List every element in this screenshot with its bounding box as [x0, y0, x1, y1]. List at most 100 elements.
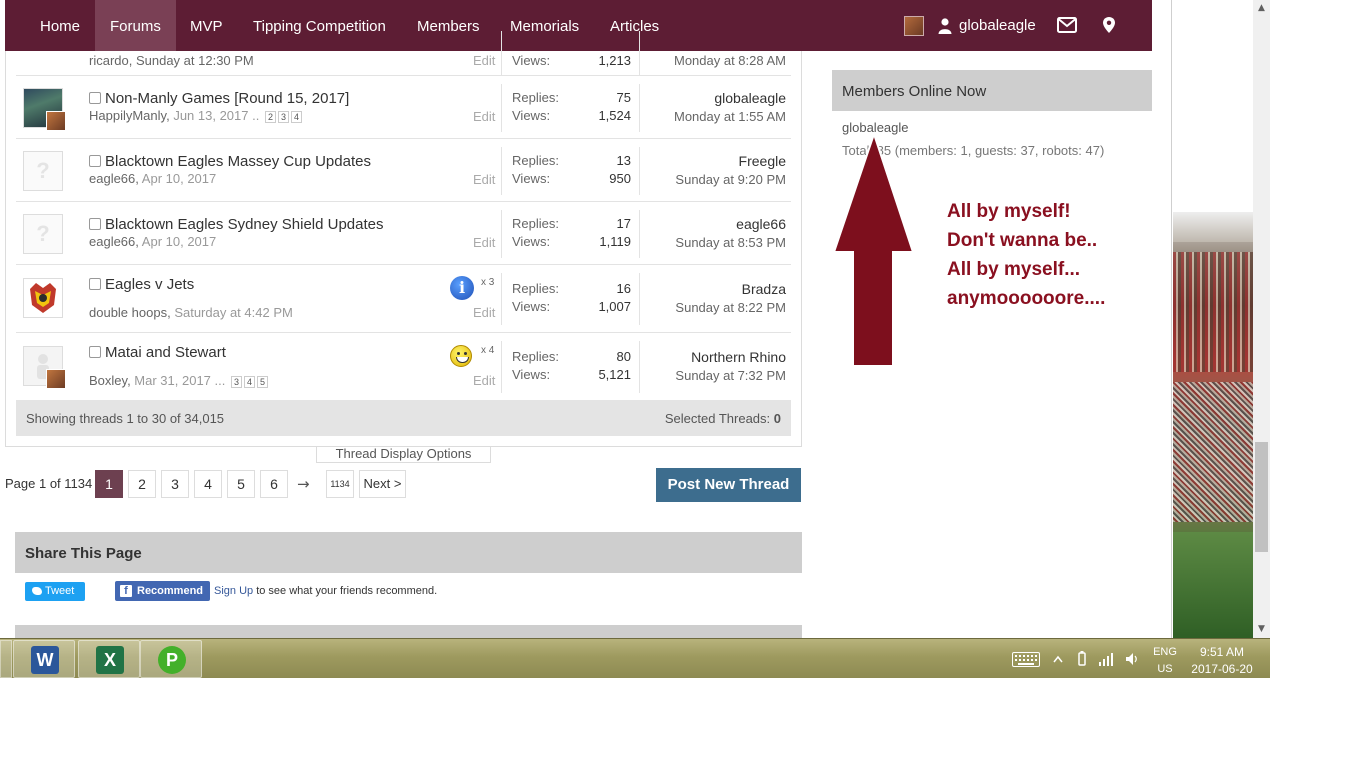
vertical-scrollbar[interactable]: ▲ ▼: [1253, 0, 1270, 638]
edit-link[interactable]: Edit: [473, 172, 495, 187]
page-link[interactable]: 4: [244, 375, 255, 388]
thread-title[interactable]: Blacktown Eagles Massey Cup Updates: [105, 153, 371, 170]
thread-author[interactable]: eagle66: [89, 234, 135, 249]
taskbar-word[interactable]: W: [13, 640, 75, 678]
location-pin-icon[interactable]: [1102, 16, 1116, 34]
thread-date[interactable]: Mar 31, 2017: [134, 373, 211, 388]
last-poster[interactable]: globaleagle: [714, 90, 786, 106]
column-divider: [501, 341, 502, 393]
last-poster-avatar[interactable]: [46, 369, 66, 389]
thread-meta[interactable]: ricardo, Sunday at 12:30 PM: [89, 53, 254, 68]
selected-threads[interactable]: Selected Threads: 0: [665, 411, 781, 426]
author-avatar[interactable]: [23, 88, 66, 131]
thread-checkbox[interactable]: [89, 155, 101, 167]
thread-row[interactable]: ricardo, Sunday at 12:30 PM Edit Views: …: [16, 31, 791, 75]
edit-link[interactable]: Edit: [473, 373, 495, 388]
tray-expand-icon[interactable]: [1053, 655, 1063, 663]
tweet-button[interactable]: Tweet: [25, 582, 85, 601]
next-section-header: [15, 625, 802, 638]
last-post-date[interactable]: Monday at 8:28 AM: [674, 53, 786, 68]
thread-row[interactable]: Matai and Stewart x 4 Boxley, Mar 31, 20…: [16, 332, 791, 400]
thread-date[interactable]: Saturday at 4:42 PM: [174, 305, 293, 320]
thread-author[interactable]: double hoops: [89, 305, 167, 320]
post-new-thread-button[interactable]: Post New Thread: [656, 468, 801, 502]
page-link[interactable]: 3: [277, 110, 289, 123]
taskbar-excel[interactable]: X: [78, 640, 140, 678]
last-poster[interactable]: Northern Rhino: [691, 349, 786, 365]
thread-checkbox[interactable]: [89, 92, 101, 104]
language-indicator[interactable]: ENG US: [1150, 644, 1180, 678]
thread-row[interactable]: Non-Manly Games [Round 15, 2017] Happily…: [16, 75, 791, 138]
page-6[interactable]: 6: [260, 470, 288, 498]
background-stadium-image: [1173, 0, 1253, 638]
network-icon[interactable]: [1099, 652, 1115, 666]
last-post-date[interactable]: Monday at 1:55 AM: [674, 109, 786, 124]
thread-date[interactable]: Apr 10, 2017: [142, 171, 216, 186]
annotation-line: All by myself...: [947, 259, 1081, 280]
last-poster[interactable]: eagle66: [736, 216, 786, 232]
author-avatar[interactable]: [23, 214, 63, 254]
views-label: Views:: [512, 108, 551, 123]
thread-title[interactable]: Non-Manly Games [Round 15, 2017]: [105, 90, 349, 107]
scroll-up-icon[interactable]: ▲: [1253, 0, 1270, 17]
thread-checkbox[interactable]: [89, 346, 101, 358]
page-5[interactable]: 5: [227, 470, 255, 498]
column-divider: [639, 210, 640, 258]
thread-row[interactable]: Blacktown Eagles Sydney Shield Updates e…: [16, 201, 791, 264]
thread-title[interactable]: Blacktown Eagles Sydney Shield Updates: [105, 216, 384, 233]
user-account[interactable]: globaleagle: [904, 0, 1036, 51]
edit-link[interactable]: Edit: [473, 109, 495, 124]
last-post-date[interactable]: Sunday at 7:32 PM: [675, 368, 786, 383]
thread-title[interactable]: Matai and Stewart: [105, 344, 226, 361]
taskbar-vpn[interactable]: P: [140, 640, 202, 678]
page-link[interactable]: 2: [264, 110, 276, 123]
keyboard-icon[interactable]: [1012, 652, 1040, 667]
author-avatar[interactable]: [23, 346, 66, 389]
page-link[interactable]: 4: [290, 110, 302, 123]
author-avatar[interactable]: [23, 278, 63, 318]
page-last[interactable]: 1134: [326, 470, 354, 498]
power-icon[interactable]: [1075, 651, 1089, 667]
page-3[interactable]: 3: [161, 470, 189, 498]
page-1[interactable]: 1: [95, 470, 123, 498]
column-divider: [501, 31, 502, 75]
volume-icon[interactable]: [1125, 652, 1139, 666]
thread-checkbox[interactable]: [89, 278, 101, 290]
thread-date[interactable]: Jun 13, 2017: [173, 108, 248, 123]
next-page-button[interactable]: Next >: [359, 470, 406, 498]
thread-author[interactable]: Boxley: [89, 373, 127, 388]
edit-link[interactable]: Edit: [473, 305, 495, 320]
author-avatar[interactable]: [23, 151, 63, 191]
edit-link[interactable]: Edit: [473, 53, 495, 68]
last-post-date[interactable]: Sunday at 8:22 PM: [675, 300, 786, 315]
last-poster[interactable]: Bradza: [742, 281, 786, 297]
pages-skip-arrow[interactable]: →: [297, 475, 310, 493]
thread-meta: eagle66, Apr 10, 2017: [89, 234, 217, 249]
last-poster[interactable]: Freegle: [739, 153, 786, 169]
last-post-date[interactable]: Sunday at 8:53 PM: [675, 235, 786, 250]
last-post-date[interactable]: Sunday at 9:20 PM: [675, 172, 786, 187]
facebook-recommend-button[interactable]: f Recommend: [115, 581, 210, 601]
thread-title[interactable]: Eagles v Jets: [105, 276, 194, 293]
clock[interactable]: 9:51 AM 2017-06-20: [1190, 644, 1254, 678]
mail-icon[interactable]: [1057, 17, 1077, 33]
thread-date[interactable]: Apr 10, 2017: [142, 234, 216, 249]
column-divider: [501, 147, 502, 195]
team-logo-icon: [30, 283, 56, 313]
thread-checkbox[interactable]: [89, 218, 101, 230]
scrollbar-thumb[interactable]: [1255, 442, 1268, 552]
page-link[interactable]: 3: [231, 375, 242, 388]
thread-author[interactable]: eagle66: [89, 171, 135, 186]
page-4[interactable]: 4: [194, 470, 222, 498]
page-link[interactable]: 5: [257, 375, 268, 388]
page-2[interactable]: 2: [128, 470, 156, 498]
thread-author[interactable]: HappilyManly: [89, 108, 166, 123]
edit-link[interactable]: Edit: [473, 235, 495, 250]
last-poster-avatar[interactable]: [46, 111, 66, 131]
thread-row[interactable]: Eagles v Jets i x 3 double hoops, Saturd…: [16, 264, 791, 332]
taskbar-app-partial[interactable]: [0, 640, 12, 678]
scroll-down-icon[interactable]: ▼: [1253, 621, 1270, 638]
facebook-signup-link[interactable]: Sign Up: [214, 585, 253, 597]
thread-display-options[interactable]: Thread Display Options: [316, 447, 491, 463]
thread-row[interactable]: Blacktown Eagles Massey Cup Updates eagl…: [16, 138, 791, 201]
